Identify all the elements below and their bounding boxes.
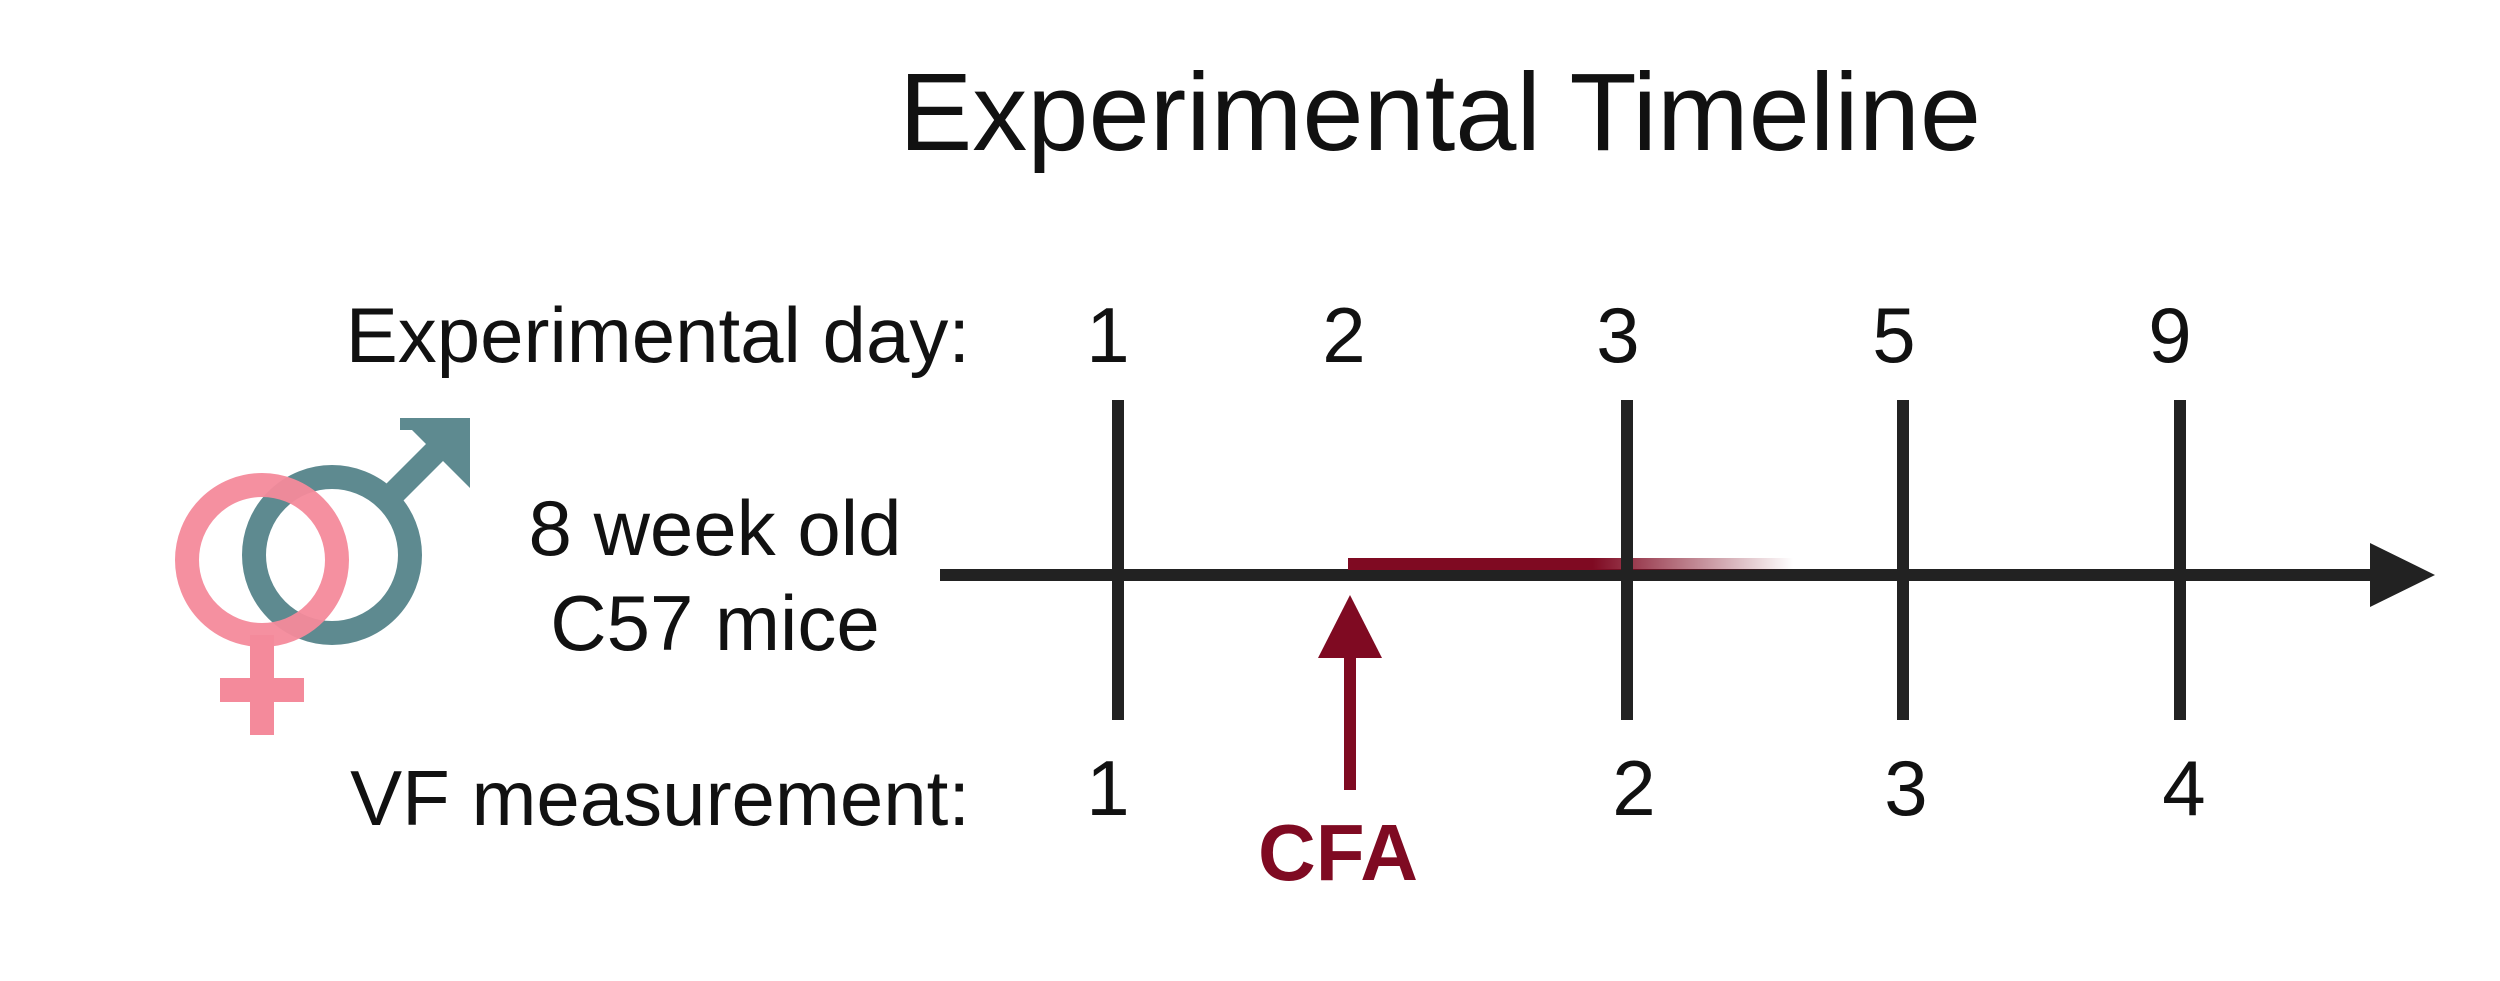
- vf-measurement-number: 4: [2162, 744, 2205, 832]
- timeline-svg: Experimental Timeline Experimental day: …: [175, 51, 2435, 897]
- timeline-diagram: Experimental Timeline Experimental day: …: [0, 0, 2500, 981]
- experimental-day-number: 9: [2148, 291, 2191, 379]
- experimental-day-number: 3: [1596, 291, 1639, 379]
- cfa-label: CFA: [1258, 808, 1418, 897]
- experimental-day-number: 2: [1322, 291, 1365, 379]
- experimental-day-number: 5: [1872, 291, 1915, 379]
- experimental-day-number: 1: [1086, 291, 1129, 379]
- subject-label-line1: 8 week old: [529, 484, 902, 572]
- cfa-injection-arrow-icon: [1318, 595, 1382, 790]
- subject-label-line2: C57 mice: [550, 579, 879, 667]
- sex-symbols-icon: [175, 418, 470, 735]
- diagram-title: Experimental Timeline: [899, 51, 1981, 174]
- timeline-arrowhead-icon: [2370, 543, 2435, 607]
- experimental-day-label: Experimental day:: [346, 291, 970, 379]
- vf-measurement-label: VF measurement:: [350, 754, 970, 842]
- vf-measurement-number: 1: [1086, 744, 1129, 832]
- vf-measurement-number: 2: [1612, 744, 1655, 832]
- vf-measurement-number: 3: [1884, 744, 1927, 832]
- male-symbol-icon: [242, 418, 470, 645]
- cfa-effect-bar: [1348, 558, 1793, 570]
